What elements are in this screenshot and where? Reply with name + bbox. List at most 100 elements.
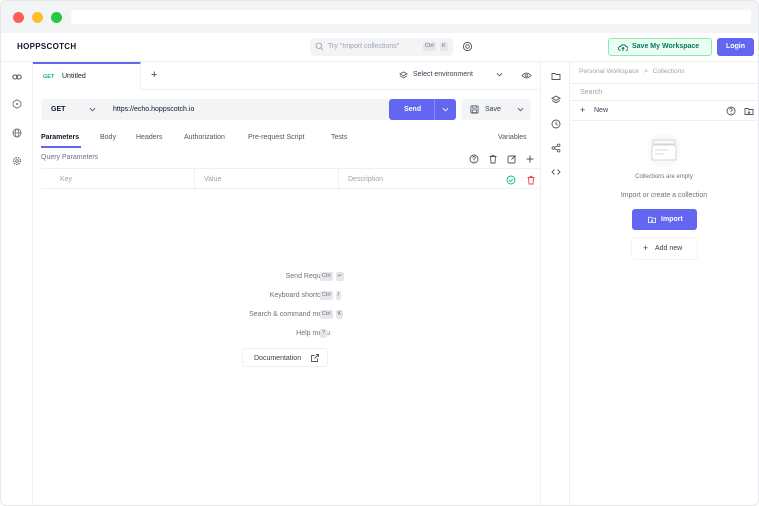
request-bar: GET https://echo.hoppscotch.io Send [41,99,456,120]
trash-icon[interactable] [526,175,536,185]
folder-import-icon [647,216,657,224]
graphql-icon[interactable] [12,99,22,109]
param-value-input[interactable]: Value [204,176,221,183]
method-select[interactable]: GET [41,99,103,120]
chevron-down-icon[interactable] [442,107,449,112]
collections-search-input[interactable]: Search [570,83,758,101]
method-value: GET [51,106,66,113]
cloud-upload-icon [618,44,628,51]
command-search[interactable]: Try "Import collections" Ctrl K [310,38,453,56]
plus-icon[interactable]: + [580,105,585,115]
external-link-icon [311,354,319,362]
search-placeholder: Try "Import collections" [328,43,400,50]
add-new-button[interactable]: + Add new [632,238,697,259]
window-chrome [1,1,758,33]
globe-icon[interactable] [12,128,22,138]
shortcut-key: Ctrl [320,291,333,300]
send-button[interactable]: Send [389,99,456,120]
tab-authorization[interactable]: Authorization [184,134,225,141]
variables-toggle[interactable]: Variables [498,134,527,141]
history-icon[interactable] [551,119,561,129]
shortcut-key: ↵ [335,272,345,281]
code-icon[interactable] [551,167,561,177]
address-bar[interactable] [71,10,751,24]
tab-parameters[interactable]: Parameters [41,134,79,141]
active-tab-indicator [41,146,81,148]
trash-icon[interactable] [488,154,498,164]
add-new-label: Add new [655,245,683,252]
documentation-link[interactable]: Documentation [242,348,328,367]
shortcut-keyboard-shortcuts: Keyboard shortcuts Ctrl / [33,290,540,302]
tab-body[interactable]: Body [100,134,116,141]
lifebuoy-icon[interactable] [462,41,473,52]
eye-icon[interactable] [521,71,532,80]
collections-search-placeholder: Search [580,89,603,96]
help-icon[interactable] [726,106,736,116]
param-description-input[interactable]: Description [348,176,383,183]
empty-state-title: Collections are empty [635,174,693,180]
import-button[interactable]: Import [632,209,697,230]
add-tab-button[interactable]: + [151,69,157,81]
chevron-down-icon [517,107,524,112]
brand-logo[interactable]: HOPPSCOTCH [17,42,76,51]
tab-pre-request-script[interactable]: Pre-request Script [248,134,304,141]
breadcrumb-separator: > [643,68,648,75]
help-icon[interactable] [469,154,479,164]
request-options-tabs: Parameters Body Headers Authorization Pr… [33,127,540,149]
shortcut-search-command-menu: Search & command menu Ctrl K [33,309,540,321]
save-label: Save [485,106,501,113]
save-workspace-button[interactable]: Save My Workspace [608,38,712,56]
maximize-window-dot[interactable] [51,12,62,23]
request-tabs-bar: GET Untitled + Select environment [33,62,540,90]
param-key-input[interactable]: Key [60,176,72,183]
save-icon [470,105,479,114]
plus-icon[interactable] [525,154,535,164]
shortcut-key: K [440,42,448,51]
link-icon[interactable] [12,72,22,82]
tab-title: Untitled [62,73,86,80]
documentation-label: Documentation [254,355,302,362]
folder-icon[interactable] [551,71,561,81]
environment-selector[interactable]: Select environment [399,70,509,82]
folder-import-icon[interactable] [744,106,754,116]
shortcut-key: / [335,291,342,300]
column-divider [338,169,339,190]
breadcrumb: Personal Workspace > Collections [579,68,684,75]
new-collection-button[interactable]: New [594,107,608,114]
layers-icon [399,71,408,79]
shortcut-help-menu: Help menu ? [33,328,540,340]
app-window: HOPPSCOTCH Try "Import collections" Ctrl… [0,0,759,506]
url-value: https://echo.hoppscotch.io [113,106,195,113]
primary-sidebar [1,62,33,505]
shortcut-label: Search & command menu [249,311,330,318]
chevron-down-icon [89,107,96,112]
settings-icon[interactable] [12,156,22,166]
shortcut-key: Ctrl [320,310,333,319]
tab-method: GET [43,74,55,80]
query-parameters-heading: Query Parameters [41,154,99,161]
shortcut-key: ? [320,329,328,338]
share-icon[interactable] [551,143,561,153]
breadcrumb-workspace[interactable]: Personal Workspace [579,68,639,75]
layers-icon[interactable] [551,95,561,105]
check-circle-icon[interactable] [506,175,516,185]
app-header: HOPPSCOTCH Try "Import collections" Ctrl… [1,33,758,62]
url-input[interactable]: https://echo.hoppscotch.io [103,99,389,120]
close-window-dot[interactable] [13,12,24,23]
tab-headers[interactable]: Headers [136,134,162,141]
shortcut-key: Ctrl [423,42,436,51]
tab-tests[interactable]: Tests [331,134,347,141]
edit-icon[interactable] [507,154,517,164]
send-divider [434,99,435,120]
login-button[interactable]: Login [717,38,754,56]
secondary-sidebar [540,62,570,505]
request-tab[interactable]: GET Untitled [33,62,141,90]
empty-state-subtitle: Import or create a collection [620,192,708,199]
save-button[interactable]: Save [461,99,531,120]
shortcut-key: Ctrl [320,272,333,281]
empty-collection-illustration [647,133,681,167]
send-label: Send [404,106,422,113]
import-label: Import [661,216,683,223]
breadcrumb-collections[interactable]: Collections [653,68,685,75]
minimize-window-dot[interactable] [32,12,43,23]
